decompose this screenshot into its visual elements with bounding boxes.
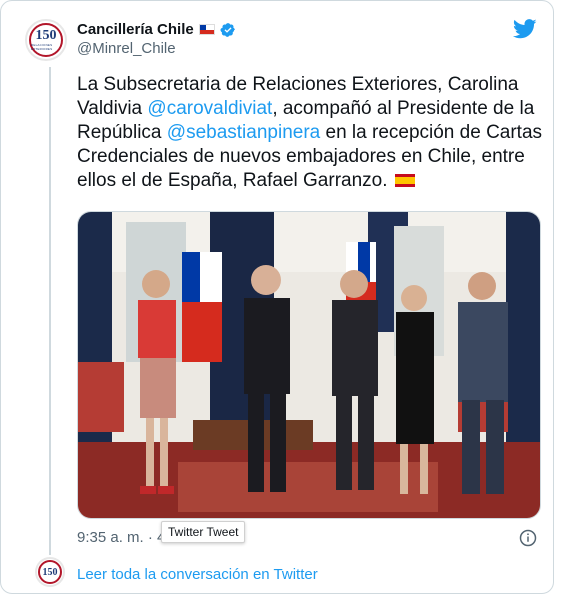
account-name[interactable]: Cancillería Chile — [77, 21, 194, 38]
thread-line — [49, 67, 51, 555]
twitter-logo-icon[interactable] — [513, 19, 537, 39]
footer-avatar[interactable]: 150 — [35, 557, 65, 587]
avatar-logo: 150 RELACIONES EXTERIORES — [29, 23, 63, 57]
account-handle[interactable]: @Minrel_Chile — [77, 40, 236, 57]
chile-flag-icon — [198, 24, 215, 35]
mention-carovaldiviat[interactable]: @carovaldiviat — [147, 98, 272, 119]
avatar-number: 150 — [35, 27, 57, 43]
info-icon[interactable] — [519, 529, 537, 547]
avatar[interactable]: 150 RELACIONES EXTERIORES — [25, 19, 67, 61]
footer-avatar-number: 150 — [42, 566, 58, 578]
tweet-text: La Subsecretaria de Relaciones Exteriore… — [77, 73, 545, 193]
photo-illustration — [78, 212, 540, 518]
read-conversation-link[interactable]: Leer toda la conversación en Twitter — [77, 566, 318, 583]
tweet-header: Cancillería Chile @Minrel_Chile — [77, 21, 236, 57]
footer-avatar-logo: 150 — [38, 560, 62, 584]
avatar-subtext: RELACIONES EXTERIORES — [31, 42, 53, 51]
account-name-row[interactable]: Cancillería Chile — [77, 21, 236, 38]
tooltip: Twitter Tweet — [161, 521, 246, 543]
tweet-card: 150 RELACIONES EXTERIORES Cancillería Ch… — [0, 0, 554, 594]
spain-flag-icon — [394, 174, 415, 187]
verified-icon — [220, 22, 235, 37]
tweet-photo[interactable] — [77, 211, 541, 519]
mention-sebastianpinera[interactable]: @sebastianpinera — [167, 122, 320, 143]
